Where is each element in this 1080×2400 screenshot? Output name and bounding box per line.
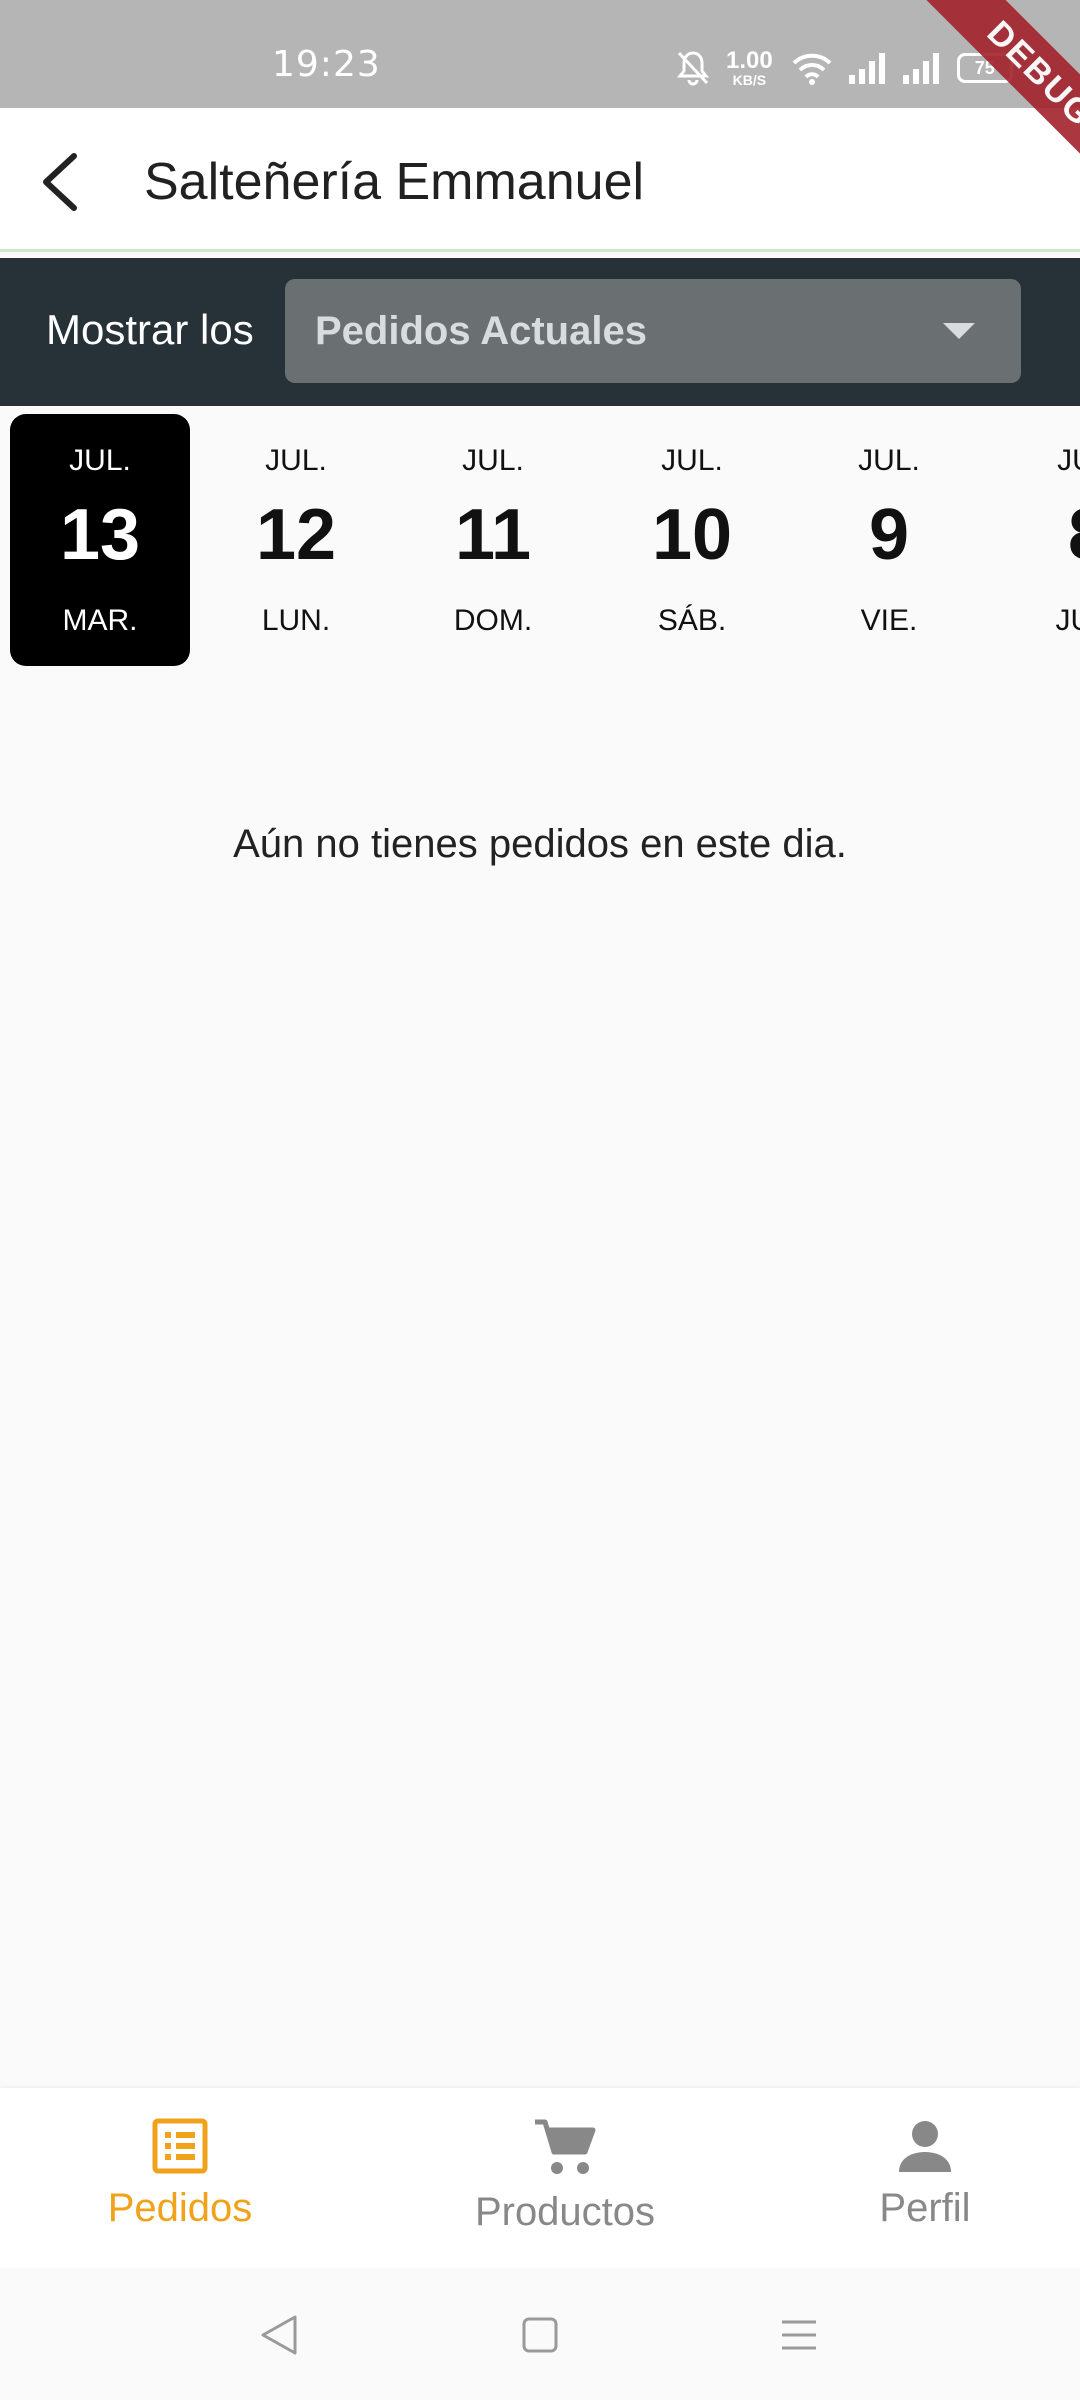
- date-weekday: DOM.: [453, 604, 533, 637]
- bell-off-icon: [676, 50, 710, 86]
- date-month: JUL.: [661, 444, 723, 477]
- date-item[interactable]: JUL. 9 VIE.: [799, 414, 979, 666]
- nav-item-pedidos[interactable]: Pedidos: [80, 2118, 280, 2248]
- filter-label: Mostrar los: [46, 306, 254, 353]
- date-day: 9: [868, 495, 910, 575]
- date-weekday: JUE.: [1055, 604, 1080, 637]
- net-speed: 1.00 KB/S: [726, 47, 773, 88]
- date-item-selected[interactable]: JUL. 13 MAR.: [10, 414, 190, 666]
- arrow-back-icon: [43, 153, 77, 211]
- date-weekday: MAR.: [62, 604, 138, 637]
- page-title: Salteñería Emmanuel: [144, 153, 645, 211]
- system-back-button[interactable]: [254, 2310, 304, 2360]
- date-item[interactable]: JUL. 10 SÁB.: [602, 414, 782, 666]
- date-item[interactable]: JUL. 12 LUN.: [206, 414, 386, 666]
- nav-item-productos[interactable]: Productos: [450, 2118, 680, 2248]
- empty-orders-message: Aún no tienes pedidos en este dia.: [233, 822, 847, 866]
- date-day: 12: [255, 495, 337, 575]
- signal-icon: [901, 51, 941, 85]
- date-month: JUL.: [462, 444, 524, 477]
- filter-bar: Mostrar los Pedidos Actuales: [0, 258, 1080, 406]
- person-icon: [899, 2121, 951, 2172]
- app-bar: Salteñería Emmanuel: [0, 108, 1080, 252]
- nav-label: Pedidos: [107, 2186, 253, 2230]
- nav-label: Productos: [474, 2190, 656, 2234]
- menu-lines-icon: [782, 2320, 816, 2350]
- date-day: 11: [454, 495, 532, 575]
- system-menu-button[interactable]: [774, 2310, 824, 2360]
- date-month: JUL.: [858, 444, 920, 477]
- nav-label: Perfil: [879, 2186, 971, 2230]
- status-icons: 1.00 KB/S 75: [676, 44, 1013, 92]
- net-speed-value: 1.00: [726, 47, 773, 74]
- filter-selected-value: Pedidos Actuales: [315, 309, 647, 353]
- date-day: 10: [651, 495, 733, 575]
- caret-down-icon: [943, 323, 975, 339]
- date-month: JUL.: [265, 444, 327, 477]
- net-speed-unit: KB/S: [732, 72, 767, 88]
- triangle-back-icon: [261, 2315, 297, 2355]
- orders-filter-dropdown[interactable]: Pedidos Actuales: [285, 279, 1021, 383]
- date-weekday: SÁB.: [657, 604, 727, 637]
- date-weekday: VIE.: [860, 604, 918, 637]
- wifi-icon: [791, 51, 833, 85]
- system-home-button[interactable]: [515, 2310, 565, 2360]
- square-home-icon: [522, 2317, 558, 2353]
- date-strip[interactable]: JUL. 13 MAR. JUL. 12 LUN. JUL. 11 DOM. J…: [0, 412, 1080, 668]
- back-button[interactable]: [22, 144, 98, 220]
- date-item[interactable]: JUL. 8 JUE.: [998, 414, 1080, 666]
- date-month: JUL.: [69, 444, 131, 477]
- status-time: 19:23: [272, 44, 381, 85]
- bottom-navigation: Pedidos Productos Perfil: [0, 2088, 1080, 2268]
- status-bar: 19:23 1.00 KB/S 75: [0, 0, 1080, 108]
- date-month: JUL.: [1057, 444, 1080, 477]
- signal-icon: [847, 51, 887, 85]
- date-day: 8: [998, 494, 1080, 576]
- date-day: 13: [59, 495, 141, 575]
- system-navigation-bar: [0, 2268, 1080, 2400]
- list-icon: [152, 2118, 208, 2174]
- date-weekday: LUN.: [261, 604, 331, 637]
- date-item[interactable]: JUL. 11 DOM.: [403, 414, 583, 666]
- cart-icon: [535, 2119, 596, 2174]
- nav-item-perfil[interactable]: Perfil: [845, 2118, 1005, 2248]
